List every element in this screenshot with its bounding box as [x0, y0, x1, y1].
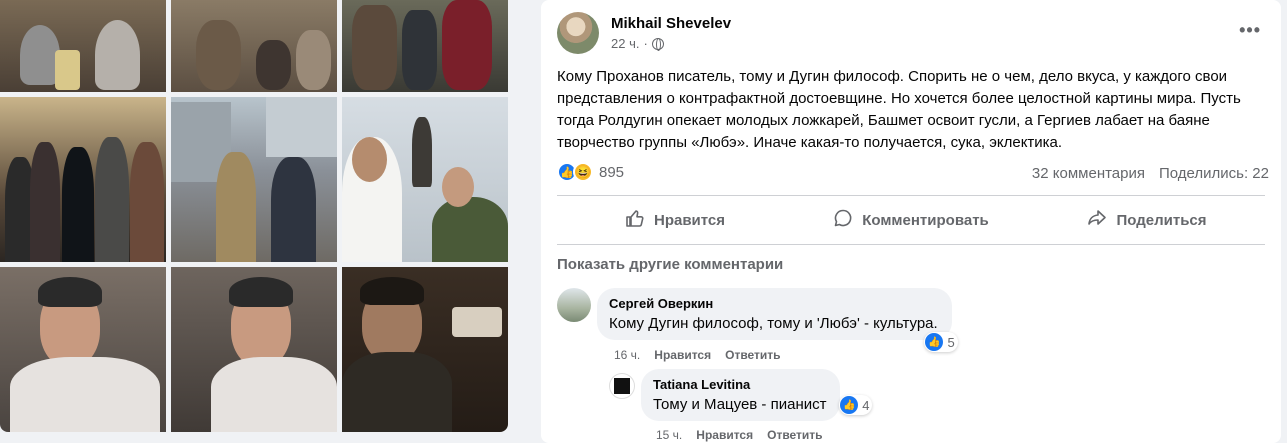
haha-reaction-icon: 😆	[573, 162, 593, 182]
comments-count-link[interactable]: 32 комментария	[1032, 165, 1145, 182]
action-bar: Нравится Комментировать Поделиться	[557, 200, 1265, 240]
photo-9[interactable]	[342, 267, 508, 432]
share-label: Поделиться	[1116, 211, 1207, 229]
more-options-icon[interactable]: •••	[1239, 20, 1261, 41]
comment-bubble: Tatiana Levitina Тому и Мацуев - пианист…	[641, 369, 873, 421]
comment-bubble: Сергей Оверкин Кому Дугин философ, тому …	[597, 288, 958, 352]
comment-button[interactable]: Комментировать	[793, 200, 1029, 240]
photo-6[interactable]	[342, 97, 508, 262]
author-name[interactable]: Mikhail Shevelev	[611, 15, 731, 32]
like-reaction-icon: 👍	[840, 396, 859, 414]
comment-reactions[interactable]: 👍 5	[924, 332, 958, 352]
comment-reply-button[interactable]: Ответить	[767, 428, 822, 442]
comment-text: Тому и Мацуев - пианист	[653, 396, 827, 413]
commenter-avatar[interactable]	[609, 373, 635, 399]
post-stats: 32 комментария Поделились: 22	[1032, 165, 1269, 182]
comment-reply-button[interactable]: Ответить	[725, 348, 780, 362]
photo-grid	[0, 0, 508, 432]
photo-5[interactable]	[171, 97, 337, 262]
photo-8[interactable]	[171, 267, 337, 432]
comment-reaction-count: 5	[947, 334, 955, 350]
photo-2[interactable]	[171, 0, 337, 92]
comment-label: Комментировать	[862, 211, 989, 229]
reaction-count: 895	[599, 163, 625, 181]
post-header: Mikhail Shevelev 22 ч. ·	[557, 12, 731, 54]
comment-reactions[interactable]: 👍 4	[839, 395, 873, 415]
show-more-comments-link[interactable]: Показать другие комментарии	[557, 256, 783, 273]
post-card: Mikhail Shevelev 22 ч. · ••• Кому Прохан…	[541, 0, 1281, 443]
comment-time[interactable]: 15 ч.	[656, 428, 682, 442]
comment-text: Кому Дугин философ, тому и 'Любэ' - куль…	[609, 315, 938, 332]
thumbs-up-icon	[625, 208, 645, 233]
comment-like-button[interactable]: Нравится	[696, 428, 753, 442]
author-avatar[interactable]	[557, 12, 599, 54]
reply-meta: 15 ч. Нравится Ответить	[656, 428, 823, 442]
photo-4[interactable]	[0, 97, 166, 262]
divider-top	[557, 195, 1265, 196]
comment-reaction-count: 4	[862, 397, 870, 413]
shares-count-link[interactable]: Поделились: 22	[1159, 165, 1269, 182]
commenter-name[interactable]: Tatiana Levitina	[653, 377, 826, 392]
post-meta: 22 ч. ·	[611, 36, 731, 51]
avatar-square-icon	[614, 378, 630, 394]
reactions-summary[interactable]: 👍 😆 895	[557, 162, 624, 182]
meta-separator: ·	[643, 36, 648, 51]
photo-3[interactable]	[342, 0, 508, 92]
like-button[interactable]: Нравится	[557, 200, 793, 240]
globe-icon	[651, 37, 664, 51]
share-icon	[1087, 208, 1107, 233]
comment-meta: 16 ч. Нравится Ответить	[614, 348, 781, 362]
comment-icon	[833, 208, 853, 233]
comment-like-button[interactable]: Нравится	[654, 348, 711, 362]
commenter-name[interactable]: Сергей Оверкин	[609, 296, 938, 311]
comment-item: Сергей Оверкин Кому Дугин философ, тому …	[557, 288, 958, 352]
post-time[interactable]: 22 ч.	[611, 36, 639, 51]
photo-1[interactable]	[0, 0, 166, 92]
reply-item: Tatiana Levitina Тому и Мацуев - пианист…	[609, 369, 873, 421]
post-text: Кому Проханов писатель, тому и Дугин фил…	[557, 68, 1241, 151]
like-label: Нравится	[653, 211, 726, 229]
comment-time[interactable]: 16 ч.	[614, 348, 640, 362]
like-reaction-icon: 👍	[925, 333, 944, 351]
share-button[interactable]: Поделиться	[1029, 200, 1265, 240]
commenter-avatar[interactable]	[557, 288, 591, 322]
divider-bottom	[557, 244, 1265, 245]
photo-7[interactable]	[0, 267, 166, 432]
